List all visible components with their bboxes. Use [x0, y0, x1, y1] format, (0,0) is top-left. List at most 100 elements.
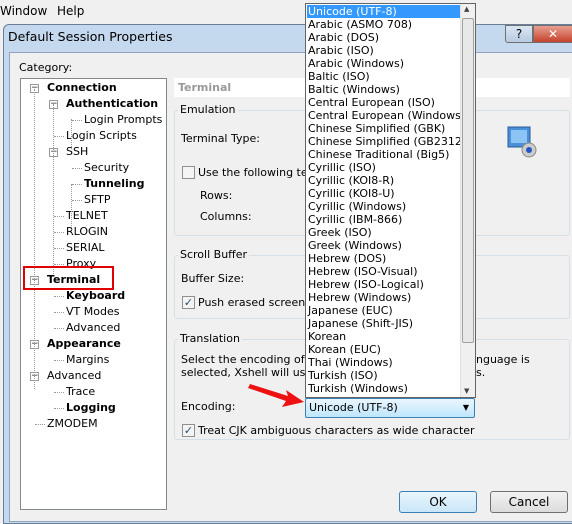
dropdown-option[interactable]: Japanese (Shift-JIS): [307, 317, 460, 330]
dropdown-option[interactable]: Cyrillic (IBM-866): [307, 213, 460, 226]
help-button[interactable]: ?: [505, 25, 533, 43]
columns-label: Columns:: [200, 210, 252, 223]
chevron-down-icon: ▼: [462, 403, 469, 412]
dropdown-option[interactable]: Thai (Windows): [307, 356, 460, 369]
tree-item[interactable]: SFTP: [84, 193, 110, 207]
tree-connector: [34, 89, 35, 389]
close-button[interactable]: ✕: [533, 25, 572, 43]
tree-connector: [54, 216, 64, 217]
tree-connector: [72, 200, 82, 201]
tree-item[interactable]: Login Scripts: [66, 129, 137, 143]
tree-item[interactable]: Login Prompts: [84, 113, 162, 127]
cancel-button[interactable]: Cancel: [490, 491, 568, 513]
dropdown-option[interactable]: Chinese Simplified (GB2312): [307, 135, 466, 148]
dropdown-option[interactable]: Japanese (EUC): [307, 304, 460, 317]
encoding-dropdown-list[interactable]: Turkish (Windows) Turkish (ISO) Thai (Wind…: [305, 3, 476, 398]
tree-connector: [71, 184, 72, 234]
dropdown-option[interactable]: Korean (EUC): [307, 343, 460, 356]
scroll-up-icon[interactable]: ▲: [464, 5, 469, 13]
dropdown-option[interactable]: Baltic (ISO): [307, 70, 460, 83]
encoding-select[interactable]: Unicode (UTF-8) ▼: [305, 398, 475, 418]
tree-item[interactable]: RLOGIN: [66, 225, 108, 239]
tree-connector: [35, 424, 45, 425]
red-arrow-annotation: [248, 384, 304, 407]
tree-item[interactable]: Logging: [66, 401, 116, 415]
dropdown-option[interactable]: Turkish (Windows): [307, 382, 460, 395]
tree-item[interactable]: Margins: [66, 353, 109, 367]
dropdown-option[interactable]: Cyrillic (ISO): [307, 161, 460, 174]
menu-window[interactable]: Window: [0, 4, 47, 18]
tree-item[interactable]: Appearance: [47, 337, 121, 351]
dropdown-option[interactable]: Greek (ISO): [307, 226, 460, 239]
tree-connector: [54, 328, 64, 329]
tree-item[interactable]: VT Modes: [66, 305, 119, 319]
tree-item[interactable]: Authentication: [66, 97, 158, 111]
dropdown-option[interactable]: Arabic (DOS): [307, 31, 460, 44]
dropdown-option[interactable]: Chinese Traditional (Big5): [307, 148, 460, 161]
translation-desc-1-end: nguage is: [476, 353, 530, 366]
terminal-settings-icon: [507, 126, 537, 158]
dropdown-scrollbar[interactable]: ▲ ▼: [460, 4, 475, 397]
translation-desc-2-end: s.: [476, 366, 486, 379]
dropdown-option[interactable]: Chinese Simplified (GBK): [307, 122, 460, 135]
cjk-label: Treat CJK ambiguous characters as wide c…: [198, 424, 475, 437]
dialog-title: Default Session Properties: [8, 29, 173, 44]
dropdown-option[interactable]: Greek (Windows): [307, 239, 460, 252]
use-following-label: Use the following term: [198, 166, 323, 179]
tree-item[interactable]: Trace: [66, 385, 95, 399]
terminal-highlight-box: [23, 266, 114, 290]
tree-item[interactable]: Advanced: [47, 369, 101, 383]
translation-title: Translation: [178, 332, 242, 345]
dropdown-option[interactable]: Central European (ISO): [307, 96, 460, 109]
dropdown-option[interactable]: Central European (Windows): [307, 109, 465, 122]
dropdown-option[interactable]: Turkish (ISO): [307, 369, 460, 382]
tree-connector: [54, 360, 64, 361]
dropdown-option[interactable]: Cyrillic (KOI8-R): [307, 174, 460, 187]
category-tree[interactable]: Connection − Authentication − Login Prompts L…: [20, 78, 167, 510]
tree-item[interactable]: ZMODEM: [47, 417, 98, 431]
dropdown-option[interactable]: Hebrew (ISO-Visual): [307, 265, 460, 278]
push-erased-checkbox[interactable]: ✓: [182, 296, 195, 309]
dropdown-option[interactable]: Arabic (ASMO 708): [307, 18, 460, 31]
buffer-size-label: Buffer Size:: [181, 272, 245, 285]
tree-connector: [54, 232, 64, 233]
tree-item[interactable]: SERIAL: [66, 241, 104, 255]
dropdown-option[interactable]: Korean: [307, 330, 460, 343]
tree-connector: [54, 312, 64, 313]
dropdown-option[interactable]: Baltic (Windows): [307, 83, 460, 96]
tree-connector: [71, 119, 72, 149]
tree-item[interactable]: TELNET: [66, 209, 108, 223]
tree-item[interactable]: Advanced: [66, 321, 120, 335]
dropdown-option[interactable]: Hebrew (ISO-Logical): [307, 278, 460, 291]
scroll-buffer-title: Scroll Buffer: [178, 248, 250, 261]
dropdown-option[interactable]: Hebrew (DOS): [307, 252, 460, 265]
dropdown-option[interactable]: Unicode (UTF-8): [307, 5, 460, 18]
tree-connector: [53, 104, 54, 274]
dropdown-option[interactable]: Cyrillic (KOI8-U): [307, 187, 460, 200]
dropdown-option[interactable]: Cyrillic (Windows): [307, 200, 460, 213]
rows-label: Rows:: [200, 189, 233, 202]
tree-connector: [54, 248, 64, 249]
dropdown-option[interactable]: Arabic (ISO): [307, 44, 460, 57]
tree-item[interactable]: Security: [84, 161, 129, 175]
menubar: Window Help: [0, 0, 572, 24]
ok-button[interactable]: OK: [399, 491, 477, 513]
encoding-value: Unicode (UTF-8): [309, 401, 398, 414]
tree-connector: [54, 296, 64, 297]
tree-item[interactable]: Keyboard: [66, 289, 125, 303]
menu-help[interactable]: Help: [57, 4, 84, 18]
tree-item[interactable]: Connection: [47, 81, 117, 95]
scrollbar-thumb[interactable]: [462, 18, 474, 343]
cjk-checkbox[interactable]: ✓: [182, 424, 195, 437]
scroll-down-icon[interactable]: ▼: [464, 387, 469, 395]
tree-connector: [54, 264, 64, 265]
tree-item[interactable]: SSH: [66, 145, 88, 159]
tree-item[interactable]: Tunneling: [84, 177, 145, 191]
encoding-label: Encoding:: [181, 400, 236, 413]
dropdown-option[interactable]: Hebrew (Windows): [307, 291, 460, 304]
terminal-type-label: Terminal Type:: [181, 132, 260, 145]
tree-connector: [72, 184, 82, 185]
dropdown-option[interactable]: Arabic (Windows): [307, 57, 460, 70]
tree-connector: [54, 136, 64, 137]
use-following-checkbox[interactable]: [182, 166, 195, 179]
